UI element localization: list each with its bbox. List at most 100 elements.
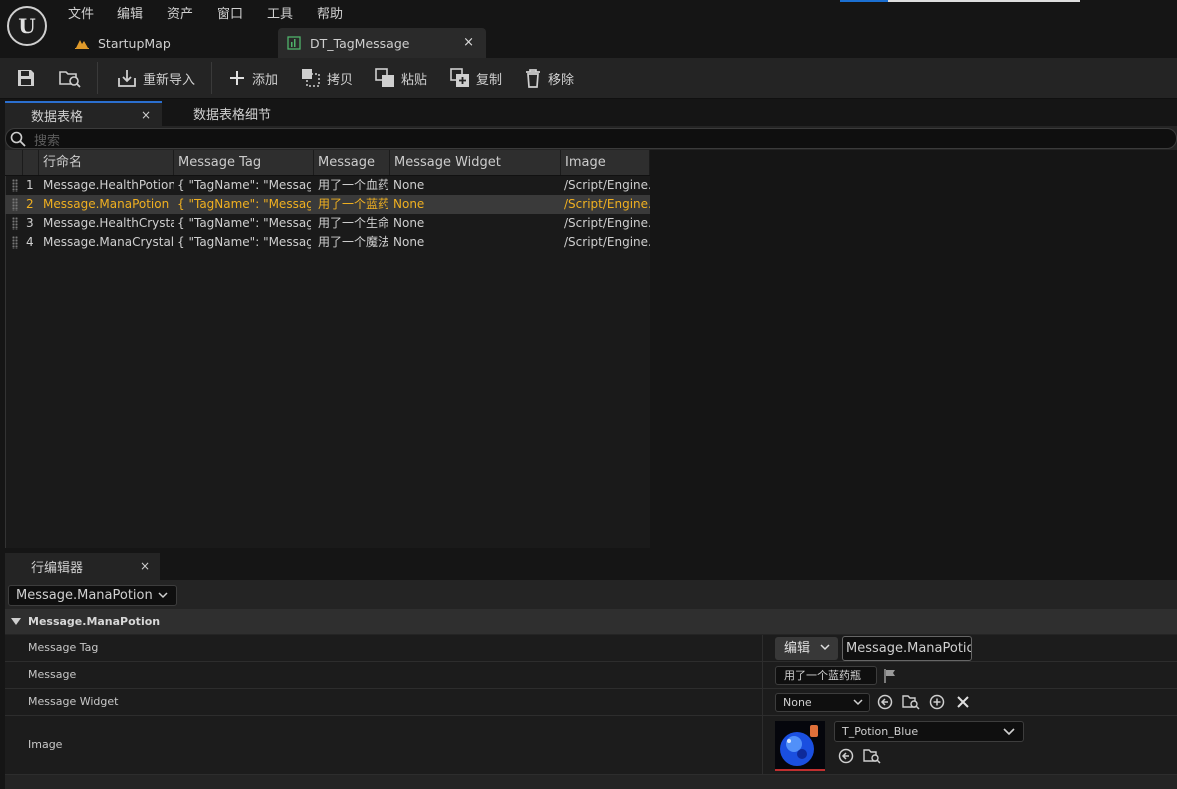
tag-edit-button[interactable]: 编辑 [775, 637, 838, 660]
clear-button[interactable] [953, 692, 973, 712]
row-name: Message.HealthPotion [43, 178, 174, 192]
menu-tools[interactable]: 工具 [267, 3, 293, 22]
property-row-message-widget: Message Widget None [5, 689, 1177, 716]
row-tag: { "TagName": "Message.ManaPotion" } [177, 197, 311, 211]
row-index: 2 [26, 197, 34, 211]
menu-asset[interactable]: 资产 [167, 3, 193, 22]
level-icon [74, 35, 90, 51]
drag-handle-icon[interactable] [12, 236, 18, 249]
texture-value: T_Potion_Blue [842, 725, 919, 738]
column-header-message-widget[interactable]: Message Widget [390, 150, 561, 175]
row-widget: None [393, 178, 425, 192]
progress-bar [840, 0, 1080, 2]
row-index: 4 [26, 235, 34, 249]
add-label: 添加 [252, 72, 279, 88]
add-row-button[interactable]: 添加 [228, 58, 278, 98]
tab-dt-tagmessage[interactable]: DT_TagMessage × [278, 28, 486, 58]
image-thumbnail[interactable] [775, 721, 825, 771]
row-name: Message.ManaPotion [43, 197, 170, 211]
browse-folder-icon [863, 749, 881, 764]
property-label: Message Tag [28, 641, 99, 654]
reimport-icon [118, 70, 136, 87]
unreal-logo-icon[interactable]: U [7, 6, 47, 46]
texture-dropdown[interactable]: T_Potion_Blue [834, 721, 1024, 742]
property-row-image: Image T_Potion_Blue [5, 716, 1177, 775]
tab-startup-map[interactable]: StartupMap [66, 28, 276, 58]
row-select-dropdown[interactable]: Message.ManaPotion [8, 585, 177, 606]
tag-edit-label: 编辑 [784, 641, 811, 656]
copy-icon [302, 69, 320, 87]
localization-flag-icon[interactable] [883, 668, 897, 684]
browse-button[interactable] [58, 58, 88, 98]
potion-icon [775, 721, 825, 769]
create-new-button[interactable] [927, 692, 947, 712]
close-tab-icon[interactable]: × [141, 108, 151, 122]
tag-value[interactable]: Message.ManaPotion [842, 636, 972, 661]
add-circle-icon [929, 694, 945, 710]
paste-button[interactable]: 粘贴 [375, 58, 427, 98]
close-tab-icon[interactable]: × [140, 559, 150, 573]
column-divider [762, 689, 763, 715]
duplicate-button[interactable]: 复制 [450, 58, 502, 98]
tab-label: 行编辑器 [31, 561, 84, 576]
row-message: 用了一个血药瓶 [318, 178, 388, 192]
menu-window[interactable]: 窗口 [217, 3, 243, 22]
property-row-message-tag: Message Tag 编辑 Message.ManaPotion [5, 635, 1177, 662]
section-header[interactable]: Message.ManaPotion [5, 609, 1177, 634]
search-icon [10, 131, 26, 147]
column-header-message[interactable]: Message [314, 150, 390, 175]
close-tab-icon[interactable]: × [463, 35, 474, 50]
column-header-row-name[interactable]: 行命名 [39, 150, 174, 175]
menu-edit[interactable]: 编辑 [117, 3, 143, 22]
row-widget: None [393, 197, 425, 211]
menu-file[interactable]: 文件 [68, 3, 94, 22]
column-header-message-tag[interactable]: Message Tag [174, 150, 314, 175]
browse-asset-button[interactable] [901, 692, 921, 712]
plus-icon [230, 71, 244, 85]
remove-button[interactable]: 移除 [524, 58, 574, 98]
save-button[interactable] [16, 58, 42, 98]
table-row-selected[interactable]: 2 Message.ManaPotion { "TagName": "Messa… [5, 195, 650, 214]
trash-icon [526, 69, 540, 88]
drag-handle-icon[interactable] [12, 179, 18, 192]
tab-label: StartupMap [98, 35, 171, 51]
widget-class-dropdown[interactable]: None [775, 693, 870, 712]
search-input[interactable] [5, 128, 1177, 149]
tab-data-table-details[interactable]: 数据表格细节 [193, 100, 271, 127]
property-label: Image [28, 738, 63, 751]
menu-help[interactable]: 帮助 [317, 3, 343, 22]
duplicate-label: 复制 [476, 72, 503, 88]
browse-folder-icon [59, 71, 81, 88]
browse-asset-button[interactable] [862, 746, 882, 766]
tab-row-editor[interactable]: 行编辑器 × [5, 553, 160, 580]
copy-label: 拷贝 [327, 72, 354, 88]
tab-label: 数据表格 [31, 110, 84, 125]
table-row[interactable]: 3 Message.HealthCrystal { "TagName": "Me… [5, 214, 650, 233]
use-selected-arrow-icon [838, 748, 854, 764]
empty-area [650, 150, 1177, 548]
drag-handle-icon[interactable] [12, 217, 18, 230]
use-selected-arrow-icon [877, 694, 893, 710]
row-widget: None [393, 235, 425, 249]
row-tag: { "TagName": "Message.HealthCrystal" } [177, 216, 311, 230]
chevron-down-icon [820, 644, 830, 651]
column-header-image[interactable]: Image [561, 150, 650, 175]
tab-data-table[interactable]: 数据表格 × [5, 101, 162, 128]
row-message: 用了一个生命水晶 [318, 216, 388, 230]
widget-value: None [783, 696, 812, 709]
reimport-label: 重新导入 [143, 72, 196, 88]
drag-handle-icon[interactable] [12, 198, 18, 211]
reimport-button[interactable]: 重新导入 [117, 58, 195, 98]
table-row[interactable]: 4 Message.ManaCrystal { "TagName": "Mess… [5, 233, 650, 252]
column-divider [762, 662, 763, 688]
copy-button[interactable]: 拷贝 [301, 58, 353, 98]
row-select-value: Message.ManaPotion [16, 588, 153, 603]
use-selected-button[interactable] [836, 746, 856, 766]
section-title: Message.ManaPotion [28, 615, 161, 628]
duplicate-icon [450, 68, 469, 87]
message-input[interactable]: 用了一个蓝药瓶 [775, 666, 877, 685]
paste-label: 粘贴 [401, 72, 428, 88]
table-row[interactable]: 1 Message.HealthPotion { "TagName": "Mes… [5, 176, 650, 195]
use-selected-button[interactable] [875, 692, 895, 712]
close-icon [957, 696, 969, 708]
